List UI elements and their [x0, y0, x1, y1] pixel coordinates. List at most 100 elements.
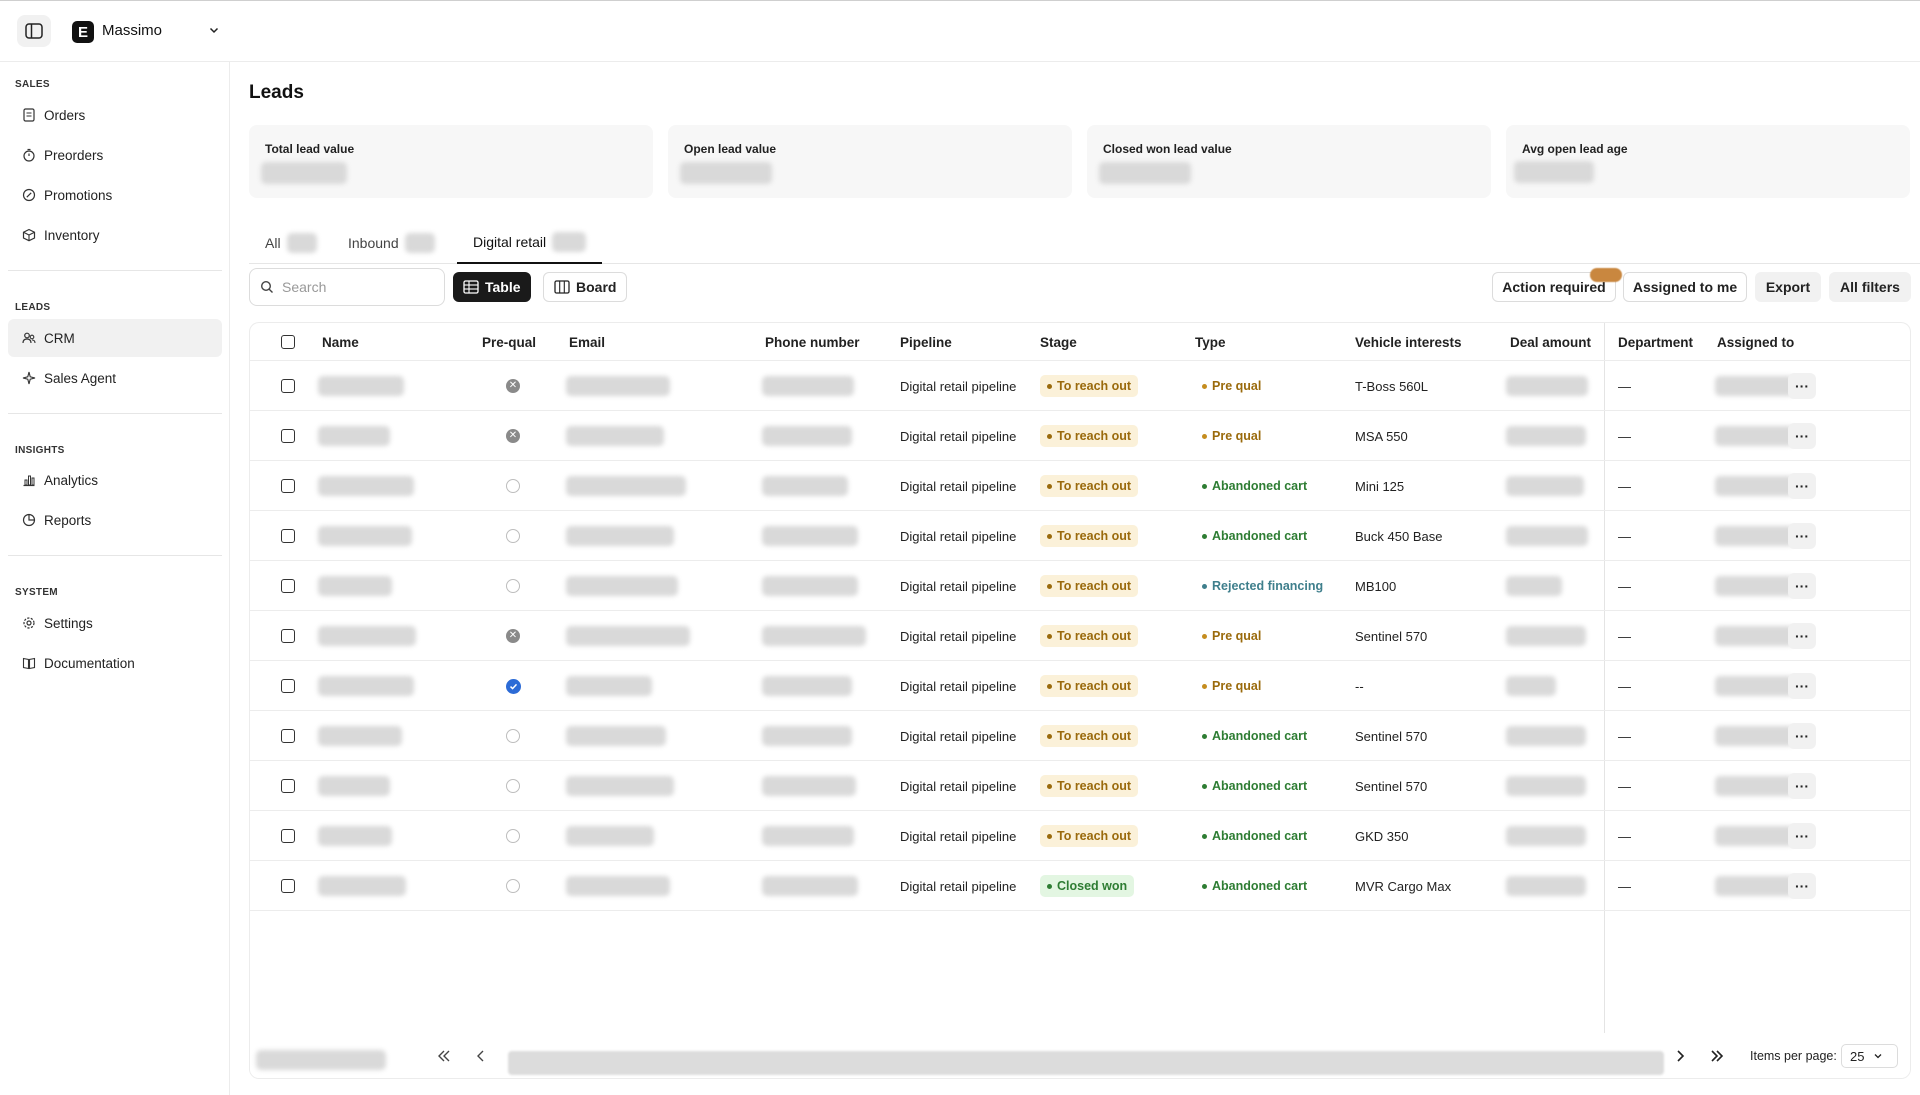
- type-cell: Abandoned cart: [1195, 761, 1315, 811]
- stage-badge: To reach out: [1040, 725, 1139, 747]
- tab-inbound[interactable]: Inbound: [332, 222, 451, 264]
- assigned-to-me-button[interactable]: Assigned to me: [1623, 272, 1747, 302]
- stage-cell: To reach out: [1040, 661, 1139, 711]
- vehicle-interests-cell: MB100: [1355, 578, 1397, 594]
- sidebar-item-analytics[interactable]: Analytics: [8, 461, 222, 499]
- column-header-email[interactable]: Email: [569, 323, 605, 361]
- sidebar-item-crm[interactable]: CRM: [8, 319, 222, 357]
- export-button[interactable]: Export: [1755, 272, 1821, 302]
- table-row[interactable]: Digital retail pipeline To reach out Aband…: [250, 811, 1910, 861]
- row-more-actions-button[interactable]: ···: [1788, 573, 1816, 599]
- sidebar-item-settings[interactable]: Settings: [8, 604, 222, 642]
- tab-count-redacted: [552, 232, 587, 252]
- row-checkbox[interactable]: [281, 761, 295, 811]
- row-more-actions-button[interactable]: ···: [1788, 523, 1816, 549]
- column-header-department[interactable]: Department: [1618, 323, 1693, 361]
- sidebar-item-reports[interactable]: Reports: [8, 501, 222, 539]
- sidebar-item-label: Settings: [44, 615, 93, 631]
- row-more-actions-button[interactable]: ···: [1788, 423, 1816, 449]
- stat-card-total-lead-value: Total lead value: [249, 125, 653, 198]
- search-input[interactable]: Search: [249, 268, 445, 306]
- column-header-prequal[interactable]: Pre-qual: [482, 323, 536, 361]
- select-all-checkbox[interactable]: [281, 323, 295, 361]
- email-redacted: [566, 676, 652, 696]
- row-more-actions-button[interactable]: ···: [1788, 773, 1816, 799]
- sidebar-item-inventory[interactable]: Inventory: [8, 216, 222, 254]
- row-more-actions-button[interactable]: ···: [1788, 823, 1816, 849]
- row-more-actions-button[interactable]: ···: [1788, 623, 1816, 649]
- table-row[interactable]: Digital retail pipeline To reach out Aband…: [250, 761, 1910, 811]
- board-view-button[interactable]: Board: [543, 272, 628, 302]
- table-row[interactable]: Digital retail pipeline To reach out Rejec…: [250, 561, 1910, 611]
- row-checkbox[interactable]: [281, 611, 295, 661]
- row-more-actions-button[interactable]: ···: [1788, 723, 1816, 749]
- sidebar-toggle-button[interactable]: [17, 15, 51, 47]
- all-filters-button[interactable]: All filters: [1829, 272, 1911, 302]
- vehicle-interests-cell: Sentinel 570: [1355, 778, 1428, 794]
- sidebar-item-promotions[interactable]: Promotions: [8, 176, 222, 214]
- items-per-page-select[interactable]: 25: [1841, 1044, 1898, 1068]
- email-redacted: [566, 476, 686, 496]
- column-header-name[interactable]: Name: [322, 323, 359, 361]
- table-row[interactable]: Digital retail pipeline To reach out Aband…: [250, 511, 1910, 561]
- table-row[interactable]: Digital retail pipeline To reach out Aband…: [250, 711, 1910, 761]
- next-page-button[interactable]: [1669, 1045, 1691, 1067]
- column-header-deal-amount[interactable]: Deal amount: [1510, 323, 1591, 361]
- row-checkbox[interactable]: [281, 461, 295, 511]
- workspace-name[interactable]: Massimo: [102, 22, 162, 39]
- department-cell: —: [1618, 828, 1631, 844]
- email-redacted: [566, 576, 678, 596]
- row-checkbox[interactable]: [281, 411, 295, 461]
- table-row[interactable]: Digital retail pipeline To reach out Aband…: [250, 461, 1910, 511]
- row-more-actions-button[interactable]: ···: [1788, 473, 1816, 499]
- last-page-button[interactable]: [1706, 1045, 1728, 1067]
- tab-all[interactable]: All: [249, 222, 333, 264]
- table-row[interactable]: ✕ Digital retail pipeline To reach out Pre …: [250, 411, 1910, 461]
- name-redacted: [318, 376, 404, 396]
- column-header-vehicle-interests[interactable]: Vehicle interests: [1355, 323, 1462, 361]
- table-row[interactable]: ✕ Digital retail pipeline To reach out Pre …: [250, 611, 1910, 661]
- type-label: Pre qual: [1212, 679, 1262, 693]
- column-header-assigned-to[interactable]: Assigned to: [1717, 323, 1794, 361]
- table-view-button[interactable]: Table: [453, 272, 531, 302]
- first-page-button[interactable]: [433, 1045, 455, 1067]
- sidebar-item-documentation[interactable]: Documentation: [8, 644, 222, 682]
- sidebar-item-sales-agent[interactable]: Sales Agent: [8, 359, 222, 397]
- horizontal-scrollbar[interactable]: [508, 1051, 1664, 1075]
- type-badge: Abandoned cart: [1195, 525, 1315, 547]
- sidebar-item-preorders[interactable]: Preorders: [8, 136, 222, 174]
- table-row[interactable]: Digital retail pipeline Closed won Abandon…: [250, 861, 1910, 911]
- row-more-actions-button[interactable]: ···: [1788, 673, 1816, 699]
- row-checkbox[interactable]: [281, 361, 295, 411]
- column-header-stage[interactable]: Stage: [1040, 323, 1077, 361]
- row-more-actions-button[interactable]: ···: [1788, 373, 1816, 399]
- stage-cell: To reach out: [1040, 361, 1139, 411]
- row-checkbox[interactable]: [281, 811, 295, 861]
- tab-count-redacted: [404, 233, 435, 253]
- row-checkbox[interactable]: [281, 711, 295, 761]
- stage-badge: To reach out: [1040, 775, 1139, 797]
- row-checkbox[interactable]: [281, 861, 295, 911]
- table-row[interactable]: Digital retail pipeline To reach out Pre q…: [250, 661, 1910, 711]
- stat-label: Total lead value: [265, 142, 355, 156]
- vehicle-interests-cell: Mini 125: [1355, 478, 1405, 494]
- deal-amount-redacted: [1506, 576, 1562, 596]
- previous-page-button[interactable]: [470, 1045, 492, 1067]
- deal-amount-redacted: [1506, 426, 1586, 446]
- row-checkbox[interactable]: [281, 561, 295, 611]
- chevron-down-icon[interactable]: [207, 23, 221, 37]
- row-more-actions-button[interactable]: ···: [1788, 873, 1816, 899]
- sidebar-item-orders[interactable]: Orders: [8, 96, 222, 134]
- row-checkbox[interactable]: [281, 511, 295, 561]
- row-checkbox[interactable]: [281, 661, 295, 711]
- column-header-type[interactable]: Type: [1195, 323, 1226, 361]
- deal-amount-redacted: [1506, 526, 1588, 546]
- column-header-phone[interactable]: Phone number: [765, 323, 860, 361]
- table-row[interactable]: ✕ Digital retail pipeline To reach out Pre …: [250, 361, 1910, 411]
- stage-label: To reach out: [1057, 429, 1132, 443]
- column-header-pipeline[interactable]: Pipeline: [900, 323, 952, 361]
- stage-label: To reach out: [1057, 729, 1132, 743]
- tab-digital-retail[interactable]: Digital retail: [457, 222, 603, 264]
- table-header: Name Pre-qual Email Phone number Pipelin…: [250, 323, 1910, 361]
- box-icon: [22, 228, 36, 242]
